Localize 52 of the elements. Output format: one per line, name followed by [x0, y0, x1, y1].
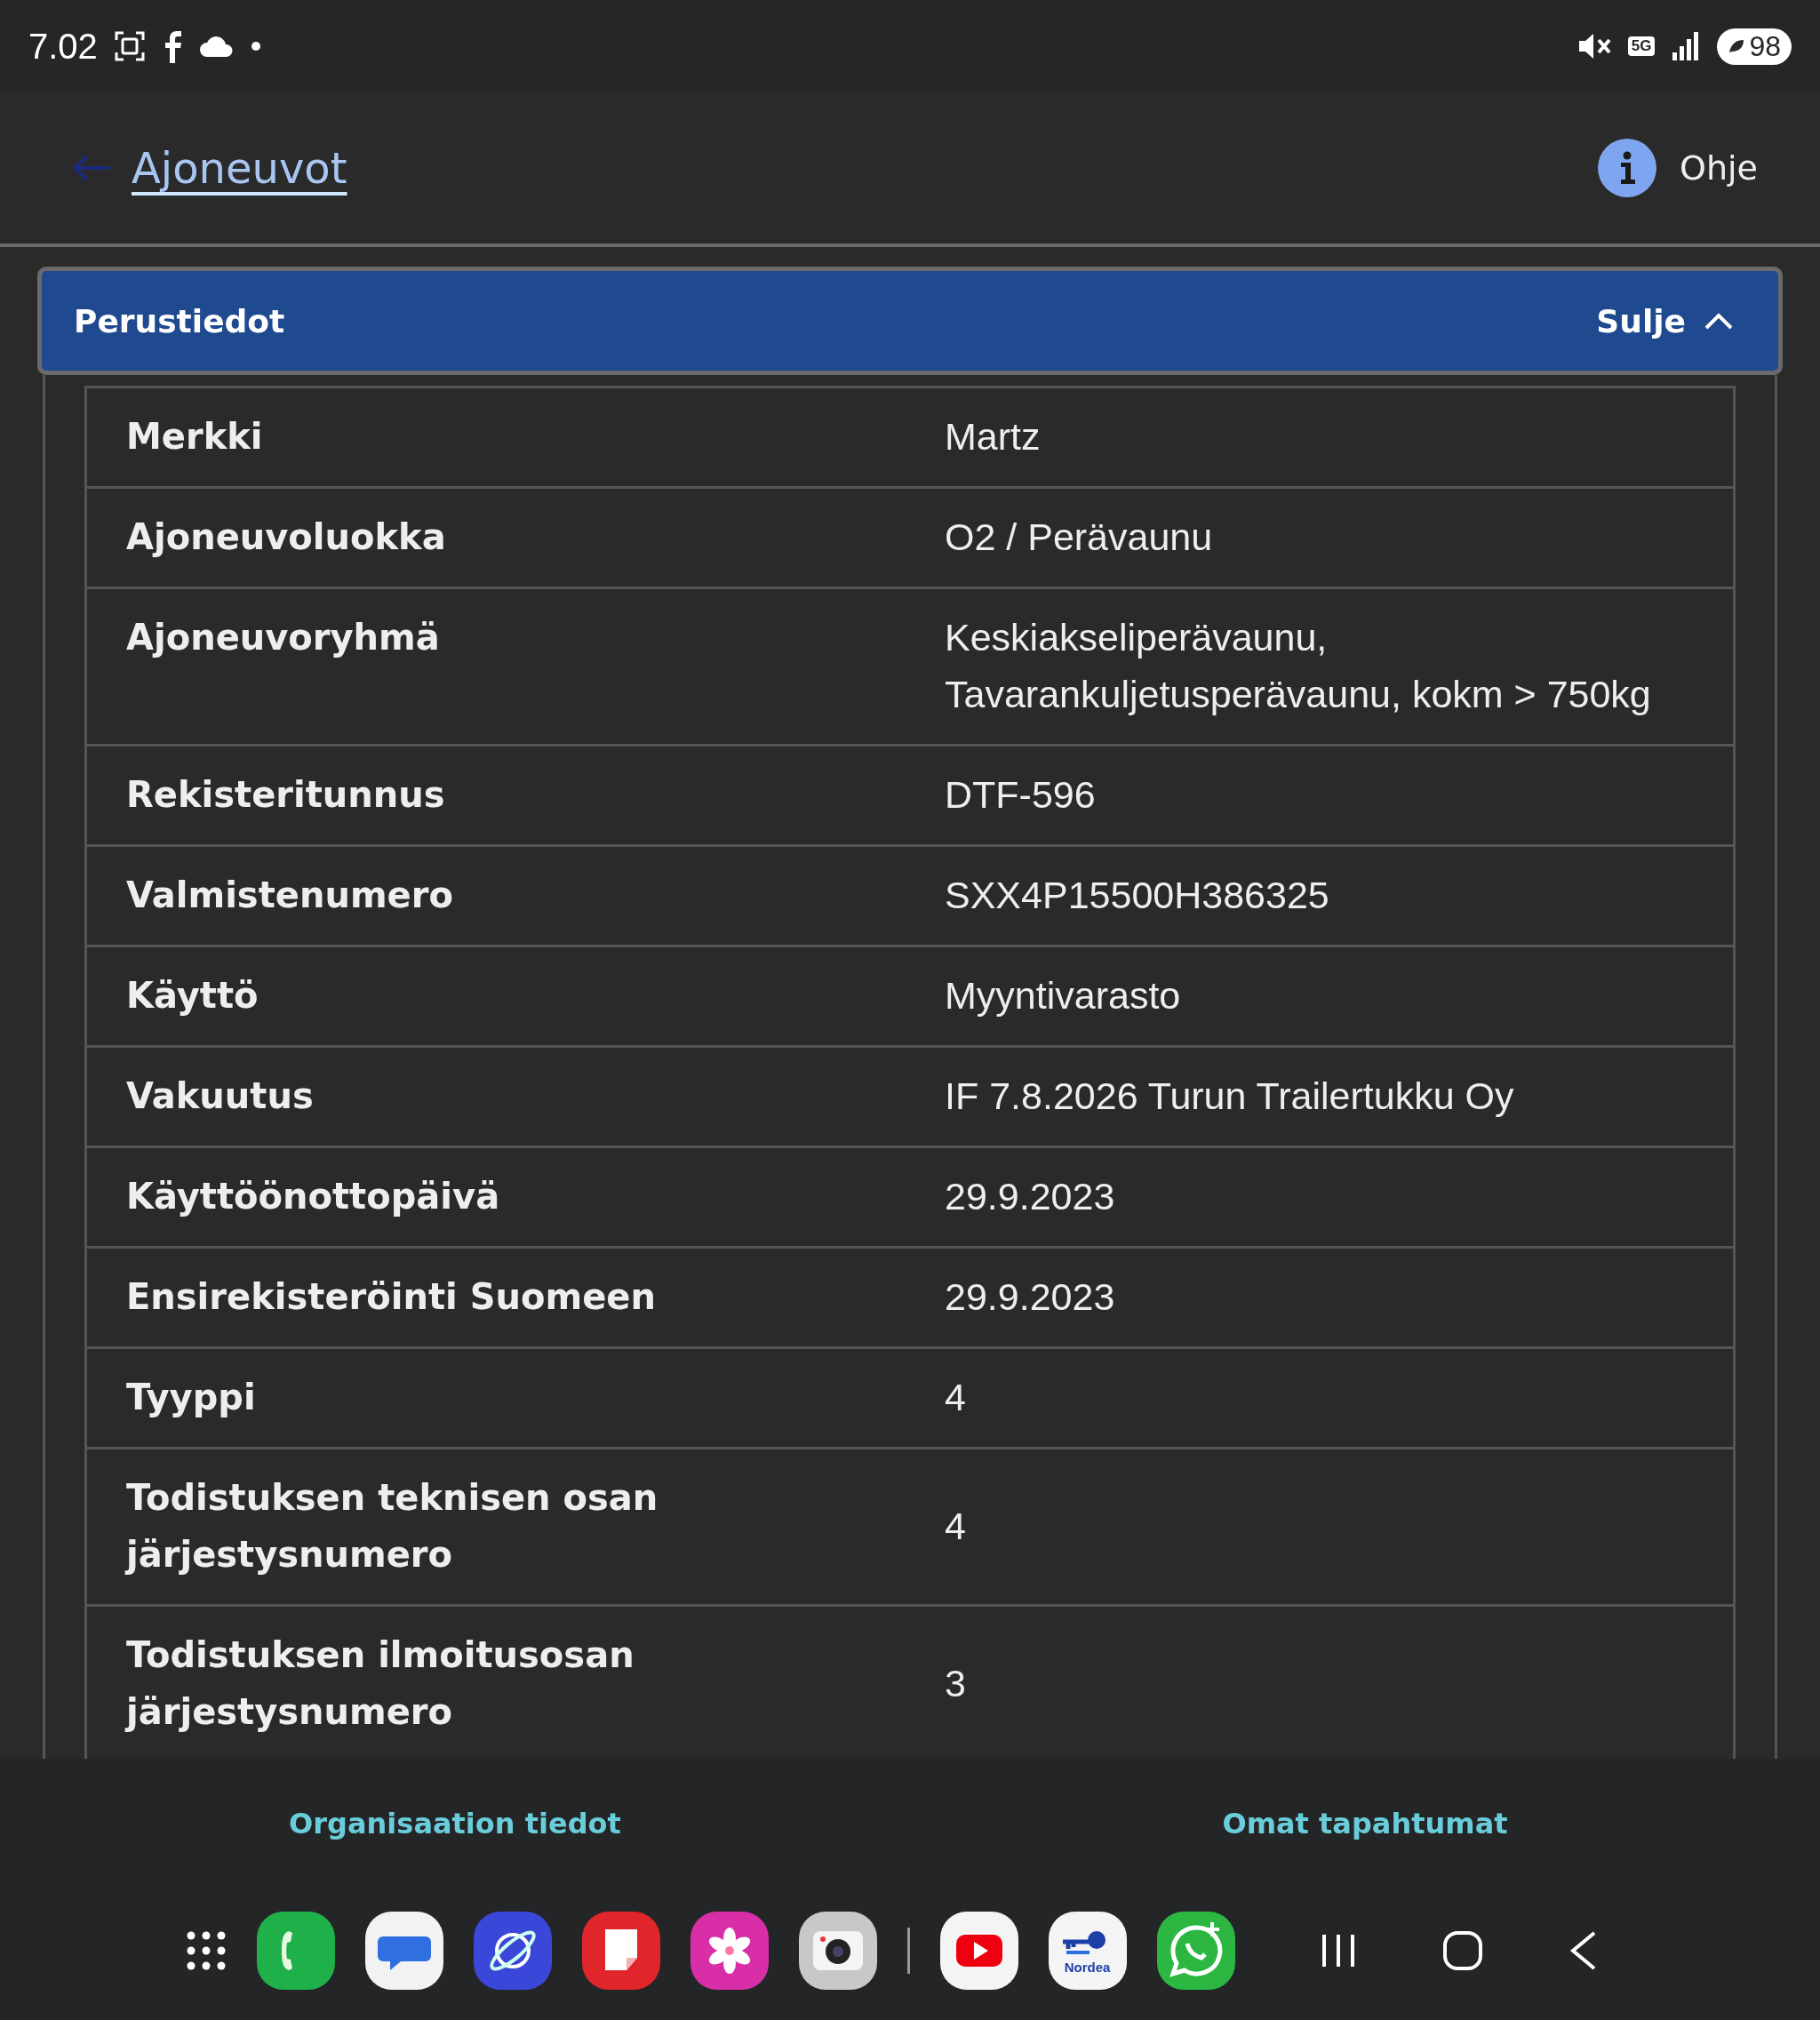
field-value: O2 / Perävaunu: [944, 515, 1214, 560]
dock-divider: [906, 1928, 910, 1974]
field-value: 3: [944, 1661, 967, 1706]
field-label: Käyttöönottopäivä: [125, 1175, 501, 1218]
field-label: Merkki: [125, 415, 264, 459]
field-label: Vakuutus: [125, 1074, 315, 1118]
home-icon[interactable]: [1441, 1929, 1484, 1972]
field-value: 4: [944, 1504, 967, 1549]
field-label: Tyyppi: [125, 1376, 257, 1419]
collapse-toggle[interactable]: Sulje: [1596, 302, 1686, 339]
section-header-bar[interactable]: Perustiedot Sulje: [37, 267, 1783, 375]
cloud-icon: [198, 35, 235, 58]
field-value: Myyntivarasto: [944, 973, 1182, 1018]
field-value: Keskiakseliperävaunu, Tavarankuljetusperävaunu, kokm > 750kg: [944, 615, 1652, 717]
field-value: 29.9.2023: [944, 1174, 1116, 1219]
section-title: Perustiedot: [74, 302, 285, 339]
field-label: Ajoneuvoluokka: [125, 515, 447, 559]
field-value: SXX4P15500H386325: [944, 873, 1330, 918]
bank-app-icon[interactable]: Nordea: [1048, 1912, 1127, 1990]
field-value: Martz: [944, 414, 1042, 459]
battery-level: 98: [1717, 28, 1792, 65]
field-label: Todistuksen ilmoitusosan järjestysnumero: [124, 1633, 635, 1734]
message-bubble-icon[interactable]: [364, 1912, 443, 1990]
field-value: DTF-596: [944, 772, 1097, 818]
field-value: 4: [944, 1375, 967, 1420]
planet-icon[interactable]: [473, 1912, 552, 1990]
clock-time: 7.02: [28, 26, 98, 67]
nav-link[interactable]: Organisaation tiedot: [289, 1807, 621, 1840]
help-link[interactable]: Ohje: [1680, 148, 1758, 188]
back-link[interactable]: Ajoneuvot: [132, 143, 347, 193]
field-label: Rekisteritunnus: [125, 773, 446, 817]
field-value: 29.9.2023: [944, 1274, 1116, 1320]
flower-icon[interactable]: [690, 1912, 769, 1990]
screenshot-icon: [113, 30, 146, 62]
notepad-icon[interactable]: [581, 1912, 660, 1990]
chat-phone-icon[interactable]: [1156, 1912, 1235, 1990]
field-value: IF 7.8.2026 Turun Trailertukku Oy: [944, 1074, 1515, 1119]
phone-icon[interactable]: [256, 1912, 335, 1990]
dot-icon: [250, 41, 261, 52]
leaf-icon: [1728, 38, 1746, 54]
nav-link[interactable]: Omat tapahtumat: [1222, 1807, 1508, 1840]
field-label: Ensirekisteröinti Suomeen: [125, 1275, 657, 1319]
app-grid-icon[interactable]: [185, 1930, 227, 1971]
field-label: Käyttö: [125, 974, 259, 1018]
chevron-up-icon[interactable]: [1704, 311, 1734, 331]
field-label: Todistuksen teknisen osan järjestysnumero: [124, 1476, 659, 1577]
info-icon[interactable]: [1598, 139, 1657, 197]
play-button-icon[interactable]: [939, 1912, 1018, 1990]
field-label: Ajoneuvoryhmä: [125, 616, 441, 659]
field-label: Valmistenumero: [125, 874, 454, 917]
camera-icon[interactable]: [798, 1912, 877, 1990]
network-type: 5G: [1627, 36, 1656, 56]
